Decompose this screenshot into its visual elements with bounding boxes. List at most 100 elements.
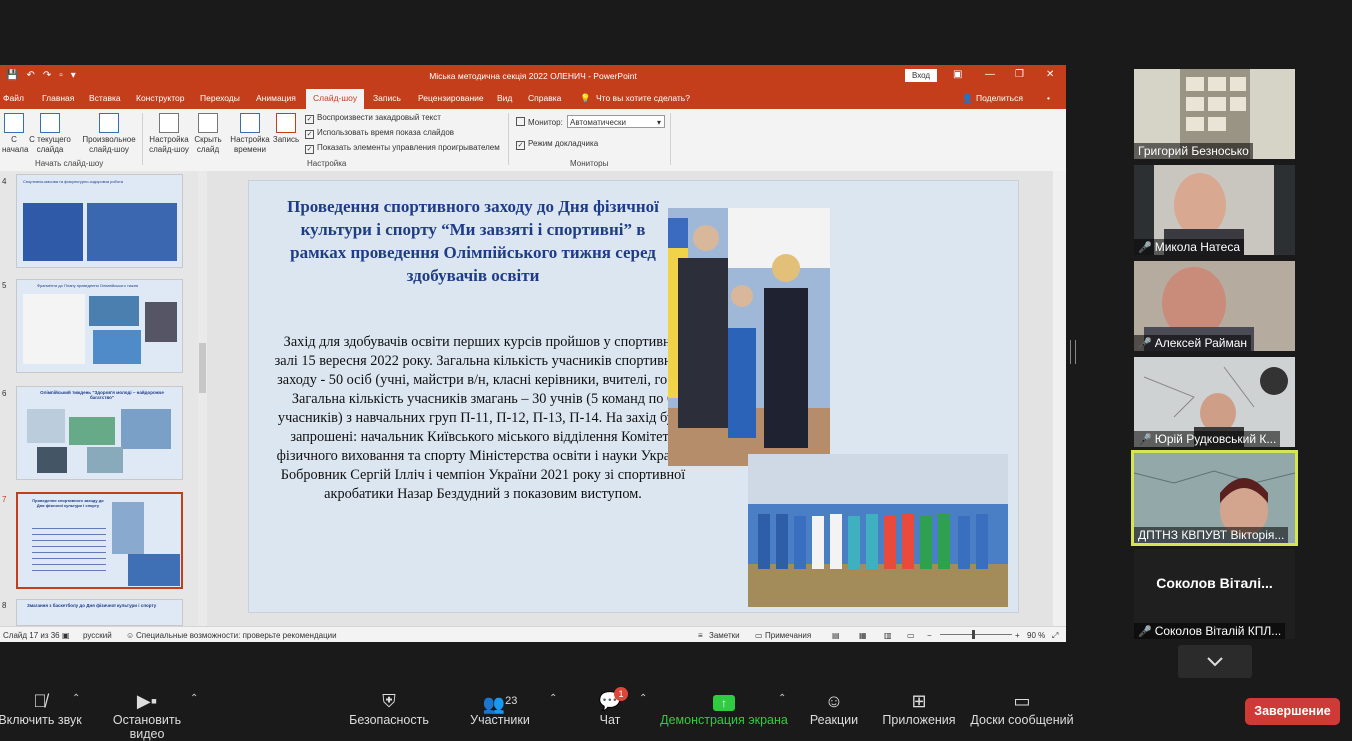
- record-button[interactable]: Запись: [271, 113, 301, 145]
- normal-view-icon[interactable]: ▤: [832, 631, 840, 640]
- slide-thumbnail[interactable]: Спортивно-масова та фізкультурно-оздоров…: [16, 174, 183, 268]
- slide-thumbnail[interactable]: Змагання з баскетболу до Дня фізичної ку…: [16, 599, 183, 626]
- from-beginning-button[interactable]: С начала: [2, 113, 28, 155]
- slide-title[interactable]: Проведення спортивного заходу до Дня фіз…: [273, 195, 673, 287]
- slideshow-view-icon[interactable]: ▭: [907, 631, 915, 640]
- zoom-in-icon[interactable]: +: [1015, 631, 1020, 640]
- tab-animations[interactable]: Анимация: [256, 93, 296, 103]
- share-button[interactable]: Поделиться: [976, 93, 1023, 103]
- slide-scrollbar[interactable]: [1053, 171, 1066, 626]
- gallery-scroll-button[interactable]: [1178, 645, 1252, 678]
- use-timings-checkbox[interactable]: ✓ Использовать время показа слайдов: [305, 128, 454, 139]
- photo-award[interactable]: [668, 208, 830, 466]
- thumb-image: [93, 330, 141, 364]
- restore-icon[interactable]: ❐: [1015, 69, 1024, 80]
- unmute-button[interactable]: 🎙̸ Включить звук: [0, 691, 82, 727]
- participant-video[interactable]: 🎤 Юрій Рудковський К...: [1134, 357, 1295, 447]
- slide-sorter-icon[interactable]: ▦: [859, 631, 867, 640]
- split-handle[interactable]: [1070, 340, 1076, 364]
- thumbnails-scrollbar[interactable]: [198, 171, 207, 626]
- security-button[interactable]: ⛨ Безопасность: [348, 691, 430, 727]
- notes-button[interactable]: Заметки: [709, 631, 740, 640]
- record-icon: [276, 113, 296, 133]
- tab-review[interactable]: Рецензирование: [418, 93, 484, 103]
- zoom-level[interactable]: 90 %: [1027, 631, 1045, 640]
- close-icon[interactable]: ✕: [1046, 69, 1054, 80]
- fit-slide-icon[interactable]: ⤢: [1052, 631, 1058, 641]
- current-slide[interactable]: Проведення спортивного заходу до Дня фіз…: [248, 180, 1019, 613]
- participant-name: 🎤 Юрій Рудковський К...: [1134, 431, 1281, 447]
- participant-tile[interactable]: Соколов Віталі... 🎤 Соколов Віталій КПЛ..…: [1134, 549, 1295, 639]
- tab-transitions[interactable]: Переходы: [200, 93, 240, 103]
- participants-button[interactable]: 👥23 Участники: [468, 691, 532, 727]
- shield-icon: ⛨: [382, 691, 396, 711]
- thumb-text-line: [32, 546, 106, 547]
- thumb-image: [121, 409, 171, 449]
- reactions-button[interactable]: ☺ Реакции: [806, 691, 862, 727]
- monitor-select[interactable]: Автоматически ▾: [567, 115, 665, 128]
- ribbon-display-icon[interactable]: ▣: [953, 69, 962, 80]
- language-indicator[interactable]: русский: [83, 631, 112, 640]
- slide-thumbnail[interactable]: Фрагменти до Плану проведення Олімпійськ…: [16, 279, 183, 373]
- tab-slideshow[interactable]: Слайд-шоу: [306, 89, 365, 109]
- divider: [142, 113, 143, 165]
- share-screen-icon: ↑: [660, 691, 788, 713]
- tell-me-search[interactable]: Что вы хотите сделать?: [596, 93, 690, 103]
- share-options-caret[interactable]: ⌃: [778, 693, 786, 704]
- hide-slide-button[interactable]: Скрыть слайд: [192, 113, 224, 155]
- slide-thumbnail[interactable]: Олімпійський тиждень "Здоров'я молоді – …: [16, 386, 183, 480]
- tab-home[interactable]: Главная: [42, 93, 74, 103]
- tab-view[interactable]: Вид: [497, 93, 512, 103]
- media-controls-checkbox[interactable]: ✓ Показать элементы управления проигрыват…: [305, 143, 500, 154]
- narrations-checkbox[interactable]: ✓ Воспроизвести закадровый текст: [305, 113, 441, 124]
- chat-options-caret[interactable]: ⌃: [639, 693, 647, 704]
- rehearse-timings-button[interactable]: Настройка времени: [228, 113, 272, 155]
- comments-button[interactable]: Примечания: [765, 631, 811, 640]
- share-screen-button[interactable]: ↑ Демонстрация экрана: [660, 691, 788, 727]
- zoom-slider-thumb[interactable]: [972, 630, 975, 639]
- scrollbar-thumb[interactable]: [199, 343, 206, 393]
- participants-options-caret[interactable]: ⌃: [549, 693, 557, 704]
- tab-insert[interactable]: Вставка: [89, 93, 121, 103]
- group-setup-label: Настройка: [307, 159, 347, 168]
- powerpoint-window: 💾↶↷▫▾ Міська методична секція 2022 ОЛЕНИ…: [0, 65, 1066, 642]
- audio-options-caret[interactable]: ⌃: [72, 693, 80, 704]
- photo-gym-teams[interactable]: [748, 454, 1008, 607]
- feedback-icon[interactable]: •: [1047, 93, 1050, 103]
- minimize-icon[interactable]: —: [985, 69, 995, 80]
- thumb-text-line: [32, 564, 106, 565]
- thumb-text-line: [32, 528, 106, 529]
- custom-show-button[interactable]: Произвольное слайд-шоу: [80, 113, 138, 155]
- end-meeting-button[interactable]: Завершение: [1245, 698, 1340, 725]
- participant-video-active-speaker[interactable]: ДПТНЗ КВПУВТ Вікторія...: [1131, 450, 1298, 546]
- reading-view-icon[interactable]: ▥: [884, 631, 892, 640]
- setup-show-button[interactable]: Настройка слайд-шоу: [147, 113, 191, 155]
- apps-button[interactable]: ⊞ Приложения: [878, 691, 960, 727]
- participant-name: 🎤 Микола Натеса: [1134, 239, 1244, 255]
- participant-video[interactable]: Григорий Безносько: [1134, 69, 1295, 159]
- tab-file[interactable]: Файл: [3, 93, 24, 103]
- participant-display-name: Соколов Віталі...: [1156, 575, 1273, 591]
- tab-design[interactable]: Конструктор: [136, 93, 184, 103]
- login-button[interactable]: Вход: [905, 69, 938, 82]
- stop-video-button[interactable]: ▶▪ Остановить видео: [94, 691, 200, 741]
- tab-record[interactable]: Запись: [373, 93, 401, 103]
- whiteboards-button[interactable]: ▭ Доски сообщений: [968, 691, 1076, 727]
- video-options-caret[interactable]: ⌃: [190, 693, 198, 704]
- slide-thumbnail-selected[interactable]: Проведення спортивного заходу до Дня фіз…: [16, 492, 183, 589]
- zoom-out-icon[interactable]: −: [927, 631, 932, 640]
- play-current-icon: [40, 113, 60, 133]
- participant-video[interactable]: 🎤 Микола Натеса: [1134, 165, 1295, 255]
- from-current-button[interactable]: С текущего слайда: [28, 113, 72, 155]
- accessibility-status[interactable]: Специальные возможности: проверьте реком…: [136, 631, 337, 640]
- slide-thumbnails-pane[interactable]: 4 Спортивно-масова та фізкультурно-оздор…: [0, 171, 198, 626]
- slide-editing-area[interactable]: Проведення спортивного заходу до Дня фіз…: [207, 171, 1066, 626]
- tab-help[interactable]: Справка: [528, 93, 561, 103]
- slide-body-text[interactable]: Захід для здобувачів освіти перших курсі…: [273, 333, 693, 504]
- thumb-text-line: [32, 570, 106, 571]
- presenter-view-checkbox[interactable]: ✓ Режим докладчика: [516, 139, 598, 150]
- thumb-title: Змагання з баскетболу до Дня фізичної ку…: [27, 603, 157, 608]
- participant-video[interactable]: 🎤 Алексей Райман: [1134, 261, 1295, 351]
- zoom-slider[interactable]: [940, 634, 1012, 635]
- spellcheck-icon[interactable]: ▣: [62, 631, 70, 640]
